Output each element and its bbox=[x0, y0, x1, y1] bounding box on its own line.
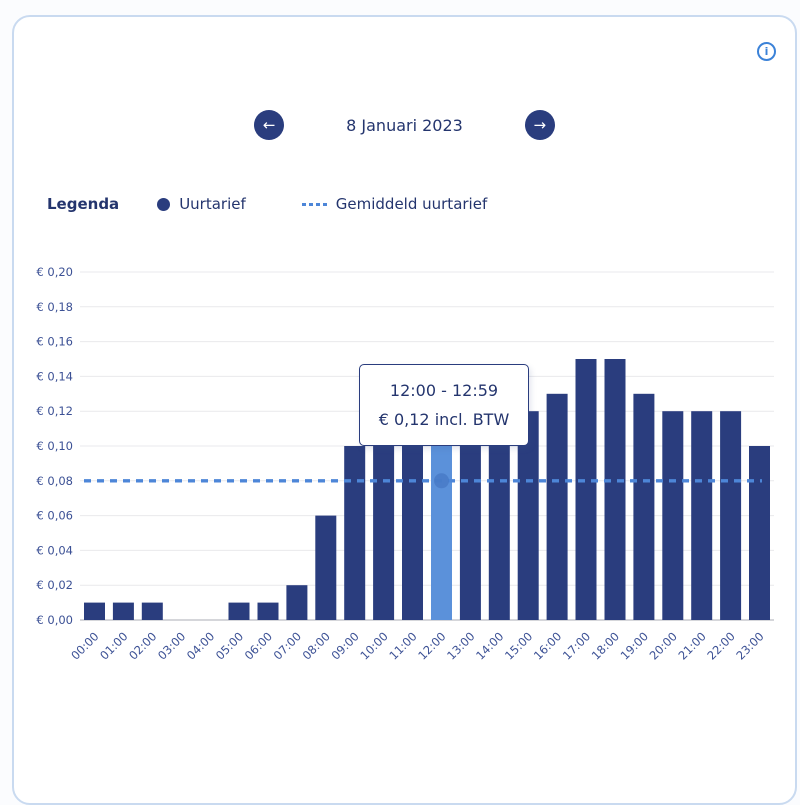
y-axis-label: € 0,18 bbox=[36, 300, 73, 314]
x-axis-label: 01:00 bbox=[97, 629, 130, 662]
x-axis-label: 21:00 bbox=[675, 629, 708, 662]
bar-11:00[interactable] bbox=[402, 446, 423, 620]
bar-13:00[interactable] bbox=[459, 446, 481, 620]
bar-06:00[interactable] bbox=[257, 602, 279, 620]
x-axis-label: 08:00 bbox=[300, 629, 333, 662]
y-axis-label: € 0,00 bbox=[36, 613, 73, 627]
bar-02:00[interactable] bbox=[141, 602, 163, 620]
tooltip-time-range: 12:00 - 12:59 bbox=[389, 381, 499, 400]
date-label: 8 Januari 2023 bbox=[346, 115, 463, 135]
average-marker-dot bbox=[434, 473, 449, 489]
x-axis-label: 02:00 bbox=[126, 629, 159, 662]
bar-14:00[interactable] bbox=[488, 446, 510, 620]
x-axis-label: 07:00 bbox=[271, 629, 304, 662]
legend-item-gemiddeld: Gemiddeld uurtarief bbox=[301, 195, 488, 213]
x-axis-label: 13:00 bbox=[444, 629, 477, 662]
y-axis-label: € 0,02 bbox=[36, 578, 73, 592]
y-axis-label: € 0,04 bbox=[36, 543, 73, 557]
bar-05:00[interactable] bbox=[228, 602, 250, 620]
legend: Legenda Uurtarief Gemiddeld uurtarief bbox=[47, 195, 487, 213]
x-axis-label: 19:00 bbox=[618, 629, 651, 662]
x-axis-label: 20:00 bbox=[647, 629, 680, 662]
y-axis-label: € 0,16 bbox=[36, 335, 73, 349]
y-axis-label: € 0,20 bbox=[36, 265, 73, 279]
chart-tooltip: 12:00 - 12:59 € 0,12 incl. BTW bbox=[359, 364, 529, 446]
tariff-card: i ← 8 Januari 2023 → Legenda Uurtarief G… bbox=[12, 15, 797, 805]
legend-dot-icon bbox=[157, 197, 171, 211]
y-axis-label: € 0,14 bbox=[36, 369, 73, 383]
bar-09:00[interactable] bbox=[344, 446, 366, 620]
bar-21:00[interactable] bbox=[691, 411, 713, 620]
legend-item-uurtarief: Uurtarief bbox=[157, 195, 246, 213]
x-axis-label: 10:00 bbox=[357, 629, 390, 662]
x-axis-label: 17:00 bbox=[560, 629, 593, 662]
bar-16:00[interactable] bbox=[546, 393, 568, 620]
x-axis-label: 18:00 bbox=[589, 629, 622, 662]
x-axis-label: 11:00 bbox=[386, 629, 419, 662]
x-axis-label: 16:00 bbox=[531, 629, 564, 662]
legend-item-label: Uurtarief bbox=[179, 195, 246, 213]
bar-00:00[interactable] bbox=[84, 602, 105, 620]
next-day-button[interactable]: → bbox=[524, 110, 555, 140]
y-axis-label: € 0,06 bbox=[36, 509, 73, 523]
date-navigation: ← 8 Januari 2023 → bbox=[14, 110, 795, 140]
info-icon[interactable]: i bbox=[757, 42, 776, 61]
bar-08:00[interactable] bbox=[315, 515, 337, 620]
bar-12:00[interactable] bbox=[431, 446, 452, 620]
x-axis-label: 00:00 bbox=[68, 629, 101, 662]
x-axis-label: 12:00 bbox=[415, 629, 448, 662]
legend-title: Legenda bbox=[47, 195, 120, 213]
bar-23:00[interactable] bbox=[749, 446, 770, 620]
x-axis-label: 06:00 bbox=[242, 629, 275, 662]
y-axis-label: € 0,12 bbox=[36, 404, 73, 418]
x-axis-label: 04:00 bbox=[184, 629, 217, 662]
legend-item-label: Gemiddeld uurtarief bbox=[335, 195, 488, 213]
bar-10:00[interactable] bbox=[373, 446, 395, 620]
bar-17:00[interactable] bbox=[575, 359, 597, 620]
x-axis-label: 05:00 bbox=[213, 629, 246, 662]
x-axis-label: 15:00 bbox=[502, 629, 535, 662]
x-axis-label: 23:00 bbox=[733, 629, 766, 662]
previous-day-button[interactable]: ← bbox=[254, 110, 285, 140]
arrow-left-icon: ← bbox=[262, 115, 276, 134]
x-axis-label: 14:00 bbox=[473, 629, 506, 662]
bar-07:00[interactable] bbox=[286, 585, 308, 620]
legend-dashed-line-icon bbox=[301, 202, 327, 206]
x-axis-label: 22:00 bbox=[704, 629, 737, 662]
y-axis-label: € 0,08 bbox=[36, 474, 73, 488]
tooltip-price: € 0,12 incl. BTW bbox=[378, 410, 510, 429]
x-axis-label: 03:00 bbox=[155, 629, 188, 662]
bar-20:00[interactable] bbox=[662, 411, 684, 620]
x-axis-label: 09:00 bbox=[328, 629, 361, 662]
bar-18:00[interactable] bbox=[604, 359, 626, 620]
bar-19:00[interactable] bbox=[633, 393, 655, 620]
bar-01:00[interactable] bbox=[112, 602, 134, 620]
tariff-chart-svg: € 0,00 € 0,02 € 0,04 € 0,06 € 0,08 € 0,10 € 0,… bbox=[36, 265, 774, 663]
bar-22:00[interactable] bbox=[720, 411, 742, 620]
arrow-right-icon: → bbox=[533, 115, 547, 134]
y-axis-label: € 0,10 bbox=[36, 439, 73, 453]
